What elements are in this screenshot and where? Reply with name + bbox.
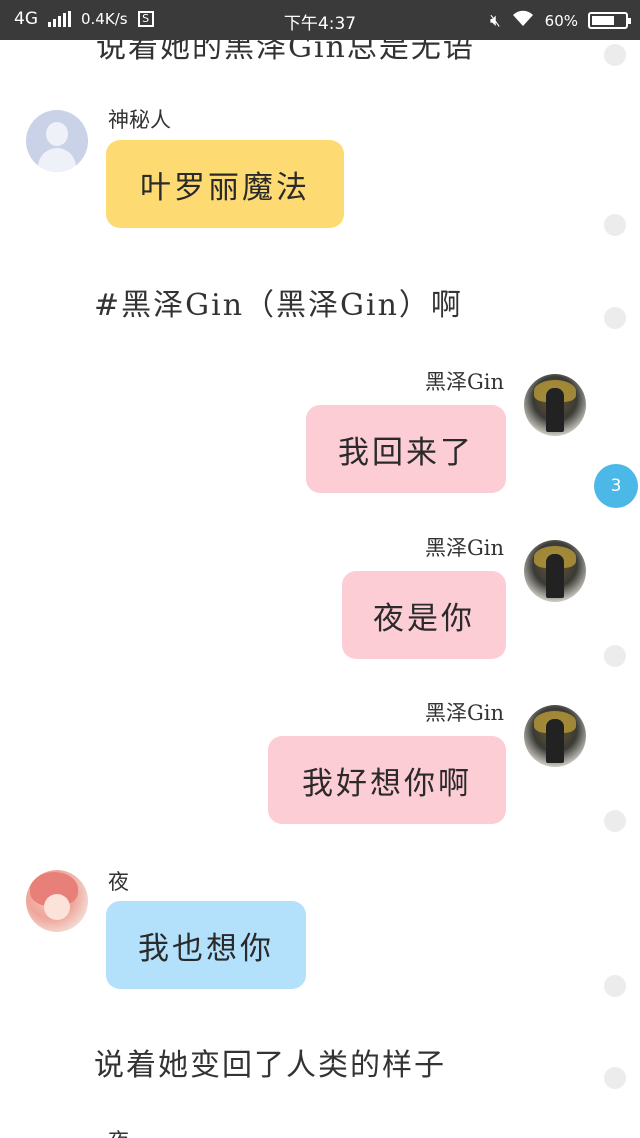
battery-icon — [588, 12, 631, 29]
cut-off-message: 说着她的黑泽Gin总是无语 — [96, 40, 475, 65]
select-dot[interactable] — [604, 810, 626, 832]
select-dot[interactable] — [604, 214, 626, 236]
message-bubble[interactable]: 叶罗丽魔法 — [106, 140, 344, 228]
gin-avatar[interactable] — [524, 374, 586, 436]
narration-text[interactable]: #黑泽Gin（黑泽Gin）啊 — [94, 280, 463, 324]
message-bubble[interactable]: 我好想你啊 — [268, 736, 506, 824]
unread-count-badge[interactable]: 3 — [594, 464, 638, 508]
narration-text[interactable]: 说着她变回了人类的样子 — [94, 1040, 446, 1084]
ye-avatar[interactable] — [26, 870, 88, 932]
mute-icon: 🔇︎ — [489, 10, 501, 31]
sender-name: 黑泽Gin — [424, 701, 504, 725]
sender-name: 黑泽Gin — [424, 536, 504, 560]
gin-avatar[interactable] — [524, 540, 586, 602]
message-bubble[interactable]: 我也想你 — [106, 901, 306, 989]
select-dot[interactable] — [604, 307, 626, 329]
clock: 下午4:37 — [283, 14, 357, 34]
select-dot[interactable] — [604, 645, 626, 667]
battery-percent: 60% — [544, 11, 578, 30]
status-bar: 4G 0.4K/s S 下午4:37 🔇︎ 60% — [0, 0, 640, 40]
message-bubble[interactable]: 夜是你 — [342, 571, 506, 659]
message-bubble[interactable]: 我回来了 — [306, 405, 506, 493]
chat-view[interactable]: 说着她的黑泽Gin总是无语 神秘人 叶罗丽魔法 #黑泽Gin（黑泽Gin）啊 黑… — [0, 40, 640, 1138]
sender-name: 黑泽Gin — [424, 370, 504, 394]
select-dot[interactable] — [604, 44, 626, 66]
sender-name: 夜 — [108, 1125, 129, 1138]
wifi-icon — [511, 9, 535, 32]
select-dot[interactable] — [604, 1067, 626, 1089]
gin-avatar[interactable] — [524, 705, 586, 767]
sender-name: 夜 — [108, 870, 129, 894]
sender-name: 神秘人 — [108, 108, 171, 132]
select-dot[interactable] — [604, 975, 626, 997]
default-avatar-icon[interactable] — [26, 110, 88, 172]
